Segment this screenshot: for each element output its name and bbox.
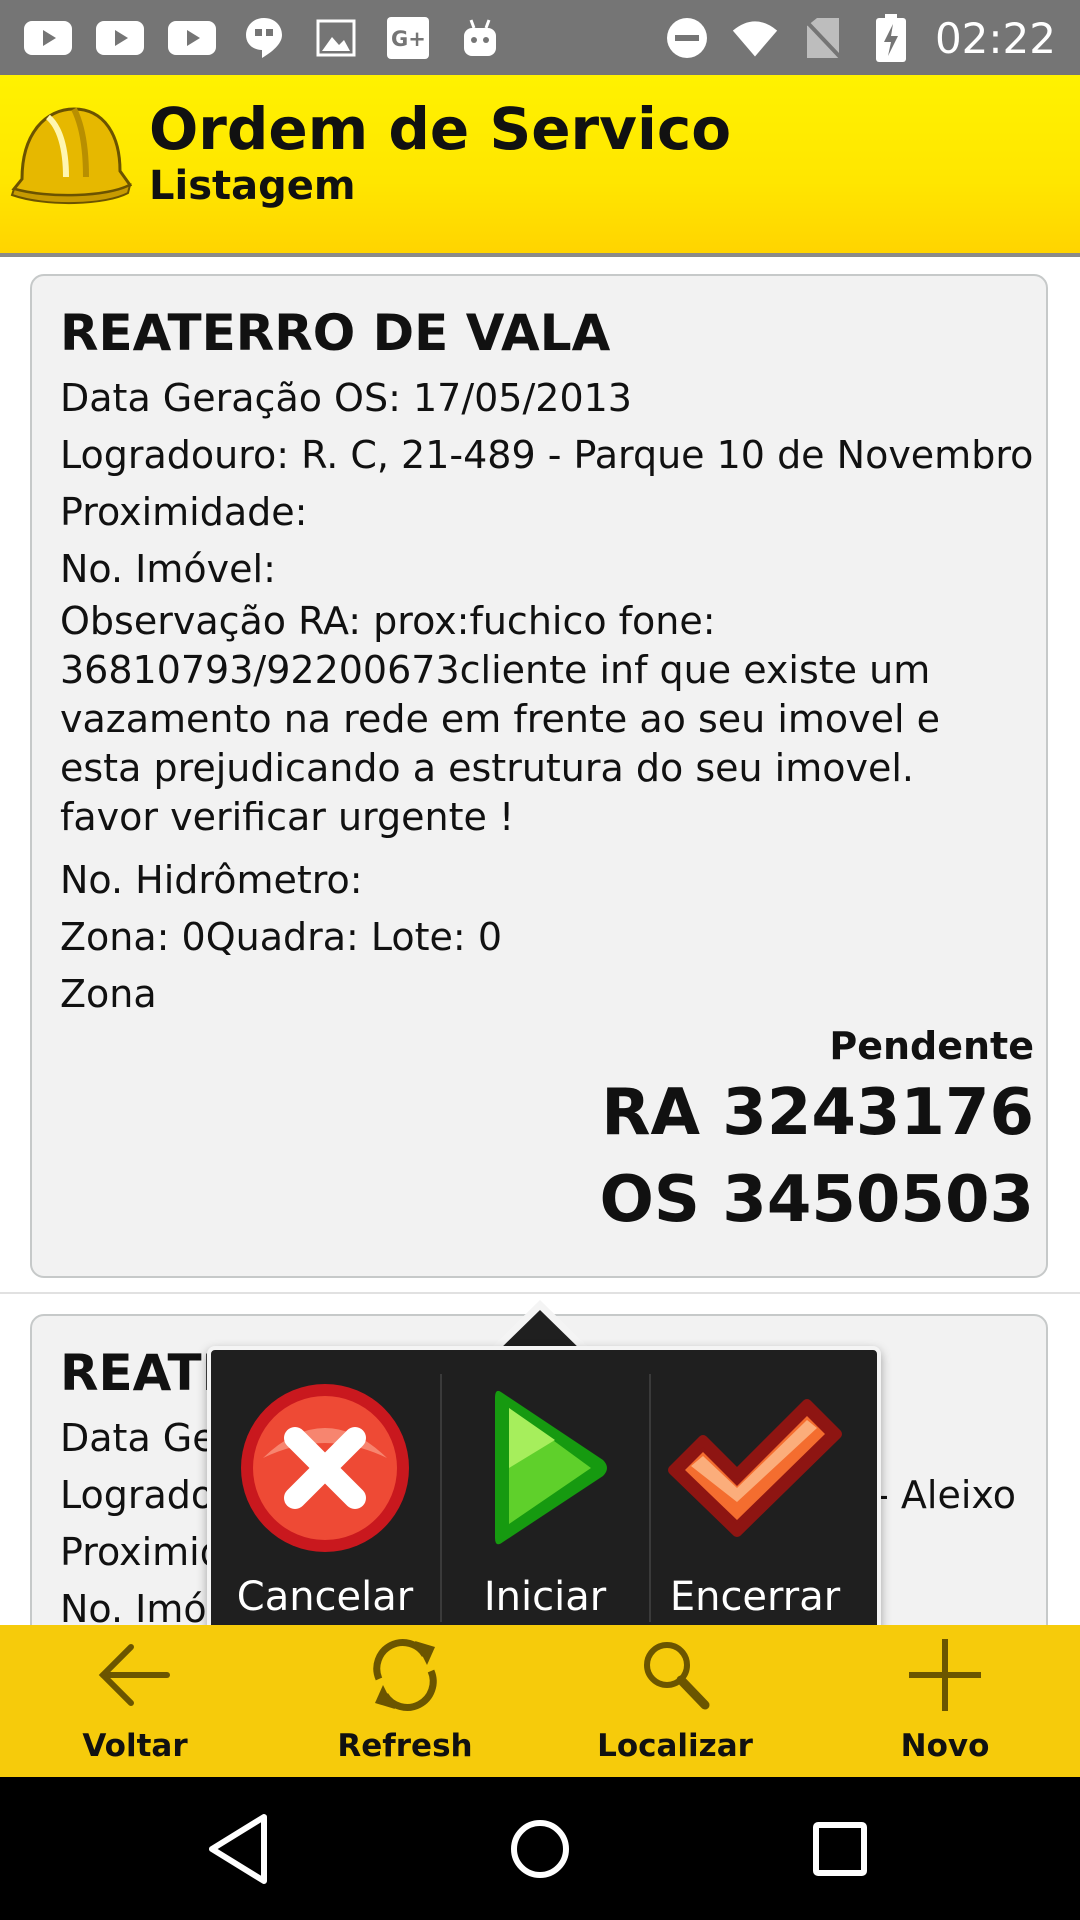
order-meter-number: No. Hidrômetro: <box>60 858 363 902</box>
back-label: Voltar <box>82 1728 188 1764</box>
action-popup: Cancelar Iniciar Encerrar <box>207 1346 881 1657</box>
youtube-icon <box>24 16 72 60</box>
order-proximity: Proximidade: <box>60 490 308 534</box>
search-icon <box>644 1642 710 1710</box>
system-nav-bar <box>0 1777 1080 1920</box>
battery-charging-icon <box>867 14 915 62</box>
new-label: Novo <box>900 1728 990 1764</box>
checkmark-icon <box>668 1399 842 1537</box>
notification-icons: G+ <box>24 14 504 62</box>
page-title: Ordem de Servico <box>149 95 732 163</box>
page-subtitle: Listagem <box>149 163 356 209</box>
app-header: Ordem de Servico Listagem <box>0 75 1080 257</box>
order-date: Data Geração OS: 17/05/2013 <box>60 376 632 420</box>
order-address-tail: - Aleixo <box>875 1473 1016 1517</box>
order-zone-block-lot: Zona: 0Quadra: Lote: 0 <box>60 915 502 959</box>
new-button[interactable]: Novo <box>810 1625 1080 1777</box>
hangouts-icon <box>240 16 288 60</box>
status-badge: Pendente <box>829 1024 1034 1068</box>
nav-recents-icon[interactable] <box>798 1807 882 1891</box>
cancel-action-button[interactable]: Cancelar <box>221 1350 429 1653</box>
start-action-button[interactable]: Iniciar <box>441 1350 649 1653</box>
finish-action-button[interactable]: Encerrar <box>651 1350 859 1653</box>
search-label: Localizar <box>597 1728 753 1764</box>
list-divider <box>0 1292 1080 1294</box>
order-property-number: No. Imóvel: <box>60 547 276 591</box>
order-observation: Observação RA: prox:fuchico fone: 368107… <box>60 599 941 839</box>
bottom-toolbar: Voltar Refresh Localizar Novo <box>0 1625 1080 1777</box>
cancel-label: Cancelar <box>236 1574 414 1620</box>
hard-hat-icon <box>10 107 132 204</box>
start-label: Iniciar <box>483 1574 607 1620</box>
status-bar: G+ 02:22 <box>0 0 1080 75</box>
play-icon <box>495 1390 607 1545</box>
youtube-icon <box>96 16 144 60</box>
nav-home-icon[interactable] <box>498 1807 582 1891</box>
nav-back-icon[interactable] <box>198 1807 282 1891</box>
do-not-disturb-icon <box>663 16 711 60</box>
refresh-button[interactable]: Refresh <box>270 1625 540 1777</box>
order-card[interactable]: REATERRO DE VALA Data Geração OS: 17/05/… <box>30 274 1048 1278</box>
cancel-icon <box>241 1384 409 1552</box>
android-icon <box>456 16 504 60</box>
refresh-label: Refresh <box>337 1728 473 1764</box>
wifi-icon <box>731 16 779 60</box>
arrow-left-icon <box>98 1644 170 1706</box>
system-icons: 02:22 <box>663 10 1056 66</box>
order-date: Data Ge <box>60 1416 216 1460</box>
youtube-icon <box>168 16 216 60</box>
search-button[interactable]: Localizar <box>540 1625 810 1777</box>
image-icon <box>312 16 360 60</box>
order-address: Logradouro: R. C, 21-489 - Parque 10 de … <box>60 433 1034 477</box>
order-property-number: No. Imó <box>60 1587 207 1625</box>
no-sim-icon <box>799 16 847 60</box>
svg-text:G+: G+ <box>391 27 426 51</box>
back-button[interactable]: Voltar <box>0 1625 270 1777</box>
order-proximity: Proximid <box>60 1530 224 1574</box>
order-zone: Zona <box>60 972 157 1016</box>
os-number: OS 3450503 <box>599 1163 1035 1237</box>
clock: 02:22 <box>934 13 1056 63</box>
ra-number: RA 3243176 <box>601 1076 1034 1150</box>
plus-icon <box>909 1639 981 1711</box>
google-plus-icon: G+ <box>384 16 432 60</box>
order-title: REATERRO DE VALA <box>60 304 611 362</box>
refresh-icon <box>373 1639 437 1711</box>
finish-label: Encerrar <box>669 1574 841 1620</box>
order-address: Logrado <box>60 1473 215 1517</box>
